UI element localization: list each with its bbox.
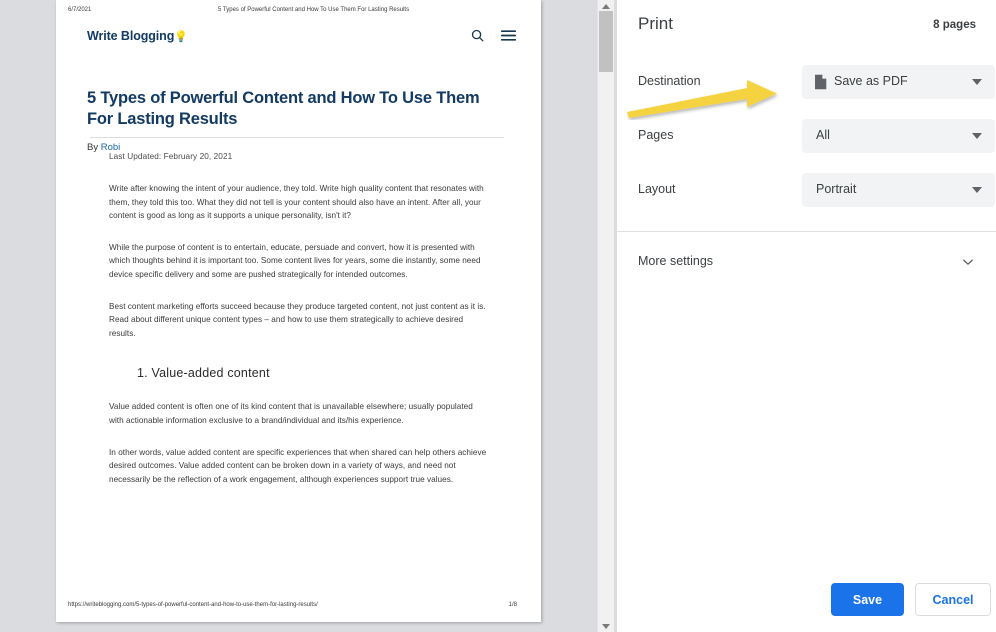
article-paragraph: While the purpose of content is to enter… [109,242,481,279]
page-header: 6/7/2021 5 Types of Powerful Content and… [56,0,541,22]
pdf-document-icon [814,74,827,90]
settings-divider [617,231,996,232]
divider [90,137,504,138]
more-settings-row[interactable]: More settings [638,248,976,278]
dialog-action-bar: Save Cancel [617,568,996,632]
article-body: Last Updated: February 20, 2021 Write af… [109,152,487,504]
byline-prefix: By [87,142,101,153]
setting-row-layout: Layout Portrait [638,173,995,207]
lightbulb-icon: 💡 [174,31,188,43]
preview-page-1: 6/7/2021 5 Types of Powerful Content and… [56,0,541,622]
site-nav-icons [469,27,517,44]
setting-row-destination: Destination Save as PDF [638,65,995,99]
site-logo: Write Blogging💡 [87,29,188,43]
chevron-down-icon[interactable] [961,255,975,269]
article-title: 5 Types of Powerful Content and How To U… [87,89,480,128]
page-title: Print [638,14,673,33]
last-updated-text: Last Updated: February 20, 2021 [109,152,233,161]
more-settings-label: More settings [638,254,714,268]
chevron-down-icon [972,187,982,193]
site-logo-text: Write Blogging [87,29,175,43]
destination-select[interactable]: Save as PDF [802,65,995,99]
article-paragraph: Best content marketing efforts succeed b… [109,301,486,338]
cancel-button[interactable]: Cancel [915,583,991,616]
site-nav-bar: Write Blogging💡 [56,22,541,56]
setting-row-pages: Pages All [638,119,995,153]
pages-select[interactable]: All [802,119,995,153]
article-paragraph: Value added content is often one of its … [109,402,473,425]
preview-scrollbar[interactable] [597,0,614,632]
destination-label: Destination [638,74,701,88]
scroll-down-arrow-icon[interactable] [598,620,614,632]
pages-value: All [816,128,830,142]
hamburger-menu-icon [500,27,517,44]
page-count-label: 8 pages [933,19,976,31]
page-header-date: 6/7/2021 [68,7,92,13]
article-section-heading: 1. Value-added content [137,366,270,381]
print-header: Print 8 pages [638,14,976,44]
layout-select[interactable]: Portrait [802,173,995,207]
print-preview-screen: 6/7/2021 5 Types of Powerful Content and… [0,0,996,632]
destination-value: Save as PDF [834,74,908,88]
article-paragraph: Write after knowing the intent of your a… [109,184,484,221]
page-header-title: 5 Types of Powerful Content and How To U… [218,7,410,13]
scrollbar-thumb[interactable] [599,11,613,72]
page-footer: https://writeblogging.com/5-types-of-pow… [56,602,541,614]
page-footer-page-number: 1/8 [508,602,517,608]
search-icon [469,27,486,44]
layout-label: Layout [638,182,676,196]
pages-label: Pages [638,128,674,142]
print-settings-panel: Print 8 pages Destination Save as PDF Pa… [617,0,996,632]
chevron-down-icon [972,133,982,139]
print-preview-pane: 6/7/2021 5 Types of Powerful Content and… [0,0,617,632]
article-paragraph: In other words, value added content are … [109,447,487,484]
chevron-down-icon [972,79,982,85]
page-footer-url: https://writeblogging.com/5-types-of-pow… [68,602,318,608]
layout-value: Portrait [816,182,857,196]
save-button[interactable]: Save [831,583,904,616]
